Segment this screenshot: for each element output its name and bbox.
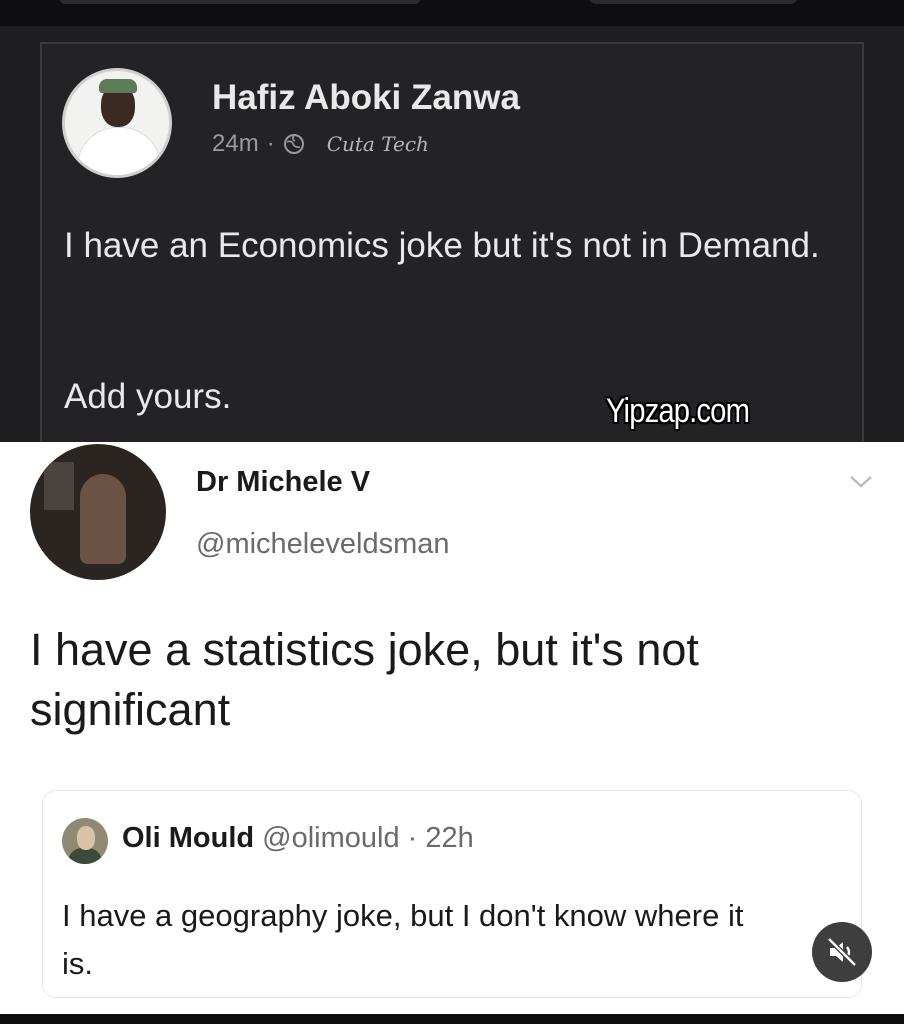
facebook-post-text: I have an Economics joke but it's not in…: [64, 226, 820, 265]
avatar-face: [77, 826, 95, 850]
facebook-post-meta: 24m · Cuta Tech: [212, 130, 429, 158]
tweet-text: I have a statistics joke, but it's not s…: [30, 624, 699, 735]
blurred-header: [60, 0, 420, 4]
reply-time[interactable]: 22h: [425, 822, 473, 854]
site-watermark: Yipzap.com: [606, 392, 750, 430]
globe-icon: [283, 134, 304, 154]
tweet-author-handle[interactable]: @micheleveldsman: [196, 528, 449, 561]
tweet-author-name[interactable]: Dr Michele V: [196, 466, 370, 499]
signature-watermark: Cuta Tech: [326, 132, 429, 156]
reply-author-avatar[interactable]: [62, 818, 108, 864]
post-time[interactable]: 24m: [212, 130, 259, 158]
muted-speaker-icon: [827, 937, 857, 967]
facebook-author-name[interactable]: Hafiz Aboki Zanwa: [212, 78, 520, 118]
top-status-bar: [0, 0, 904, 26]
facebook-author-avatar[interactable]: [62, 68, 172, 178]
avatar-shirt: [68, 848, 102, 864]
avatar-figure: [80, 474, 126, 564]
bottom-bar: [0, 1014, 904, 1024]
reply-author-name[interactable]: Oli Mould: [122, 822, 254, 854]
reply-header: Oli Mould @olimould · 22h: [122, 822, 474, 855]
meta-separator: ·: [266, 130, 275, 157]
avatar-background-light: [44, 462, 74, 510]
reply-separator: ·: [407, 822, 418, 854]
screenshot-page: Hafiz Aboki Zanwa 24m · Cuta Tech I have…: [0, 0, 904, 1024]
blurred-pill: [588, 0, 798, 4]
facebook-post-prompt: Add yours.: [64, 377, 232, 416]
chevron-down-icon[interactable]: [848, 472, 874, 492]
avatar-body: [77, 127, 161, 175]
reply-author-handle[interactable]: @olimould: [262, 822, 399, 854]
mute-button[interactable]: [812, 922, 872, 982]
tweet-author-avatar[interactable]: [30, 444, 166, 580]
avatar-cap: [99, 79, 137, 93]
reply-text: I have a geography joke, but I don't kno…: [62, 898, 744, 981]
